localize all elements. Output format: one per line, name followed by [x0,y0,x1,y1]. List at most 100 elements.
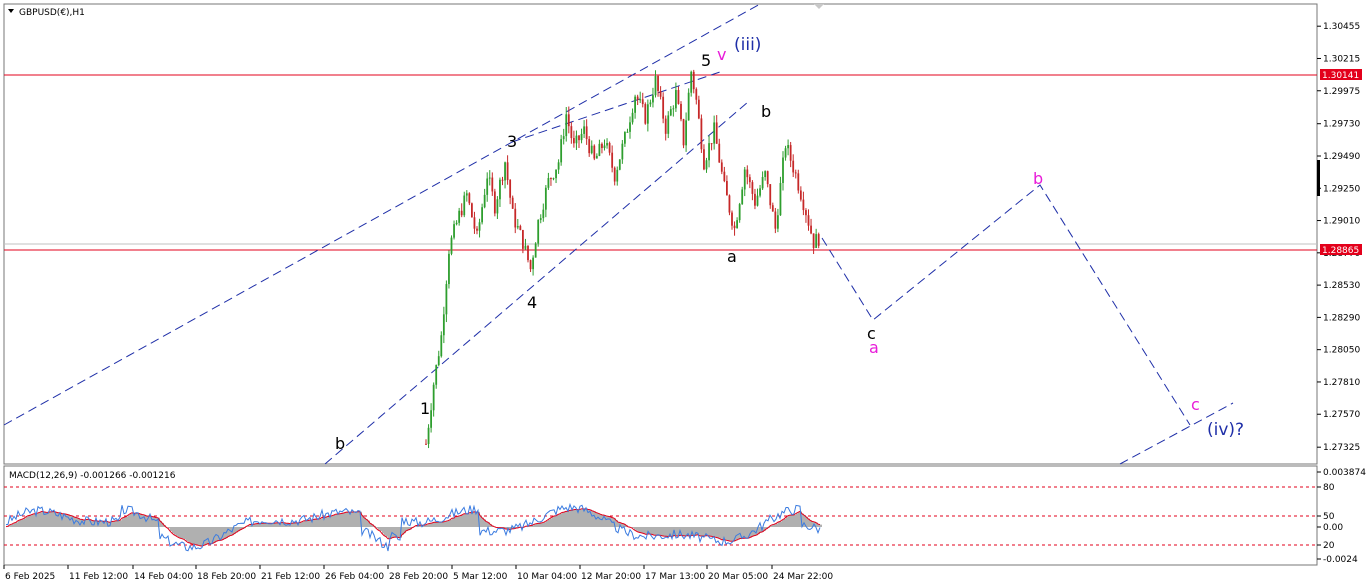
candle-body [478,222,481,231]
macd-hist-bar [170,527,172,532]
candle-body [570,126,573,139]
macd-hist-bar [752,527,754,537]
candle-body [697,99,700,119]
macd-hist-bar [344,512,346,527]
macd-hist-bar [12,524,14,527]
time-tick-label: 28 Feb 20:00 [389,572,448,582]
candle-body [771,205,774,212]
macd-hist-bar [184,527,186,540]
macd-hist-bar [546,520,548,527]
candle-body [616,169,619,182]
candle-body [754,193,756,206]
macd-hist-bar [192,527,194,544]
candle-body [550,178,552,180]
macd-hist-bar [654,527,656,536]
macd-hist-bar [442,522,444,527]
macd-hist-bar [718,527,720,538]
candle-body [575,135,578,144]
time-axis: 6 Feb 2025 11 Feb 12:00 14 Feb 04:00 18 Feb… [3,565,833,582]
wave-label-1: 1 [420,399,430,418]
price-tick-label: 1.29010 [1323,217,1360,227]
macd-hist-bar [330,516,332,527]
candle-body [787,145,789,149]
macd-hist-bar [550,518,552,527]
macd-hist-bar [308,520,310,527]
macd-hist-bar [460,515,462,527]
candle-body [805,210,807,216]
candle-body [529,260,532,270]
macd-hist-bar [190,527,192,543]
candle-body [578,135,580,141]
macd-hist-bar [178,527,180,538]
wave-label-v: v [717,45,726,64]
macd-hist-bar [784,518,786,527]
macd-hist-bar [198,527,200,546]
macd-hist-bar [332,515,334,527]
macd-hist-bar [552,517,554,527]
macd-hist-bar [782,519,784,527]
macd-hist-bar [640,527,642,533]
candle-body [573,138,575,144]
candle-body [496,199,499,214]
macd-hist-bar [644,527,646,534]
wave-label-3: 3 [507,132,517,151]
candle-body [677,90,680,104]
candle-body [641,99,644,105]
macd-hist-bar [206,527,208,545]
candle-body [649,102,652,105]
price-tag-lower-text: 1.28865 [1322,246,1359,256]
candle-body [715,122,718,144]
time-tick-label: 12 Mar 20:00 [581,572,641,582]
macd-hist-bar [22,519,24,527]
macd-hist-bar [14,522,16,527]
price-tick-label: 1.27570 [1323,410,1360,420]
macd-hist-bar [172,527,174,534]
macd-hist-bar [664,527,666,537]
candle-body [593,145,596,159]
macd-hist-bar [176,527,178,536]
candle-body [726,181,728,196]
candle-body [636,96,639,100]
macd-hist-bar [334,514,336,527]
macd-hist-bar [76,517,78,527]
price-tick-label: 1.28050 [1323,346,1360,356]
candle-body [631,112,634,123]
candle-body [700,118,703,150]
candle-body [460,210,463,216]
macd-hist-bar [30,515,32,527]
candle-body [603,145,606,149]
macd-hist-bar [556,515,558,527]
macd-hist-bar [68,514,70,527]
price-tick-label: 1.28530 [1323,281,1360,291]
candle-body [542,209,545,219]
macd-hist-bar [342,513,344,527]
macd-hist-bar [746,527,748,539]
macd-hist-bar [794,514,796,527]
candle-body [731,212,733,226]
macd-hist-bar [56,512,58,527]
candle-body [534,243,537,258]
candle-body [629,122,631,132]
macd-hist-bar [124,517,126,527]
candle-body [476,228,478,231]
candle-body [588,139,591,154]
macd-hist-bar [302,521,304,527]
chart-canvas: 1 3 4 5 v (iii) a b b c a b c (iv)? GBPU… [3,3,1366,582]
macd-hist-bar [254,524,256,527]
candle-body [611,152,614,168]
macd-tick-label: 50 [1323,512,1335,522]
price-tick-label: 1.29730 [1323,120,1360,130]
candle-body [690,71,693,93]
macd-hist-bar [378,527,380,530]
time-tick-label: 5 Mar 12:00 [453,572,508,582]
price-tick-label: 1.29250 [1323,184,1360,194]
candle-body [522,230,524,249]
macd-hist-bar [38,512,40,527]
price-tick-label: 1.27325 [1323,443,1360,453]
macd-hist-bar [798,512,800,527]
macd-hist-bar [570,510,572,527]
macd-hist-bar [66,514,68,527]
macd-hist-bar [356,512,358,527]
candle-body [756,195,759,206]
candle-body [595,155,598,159]
